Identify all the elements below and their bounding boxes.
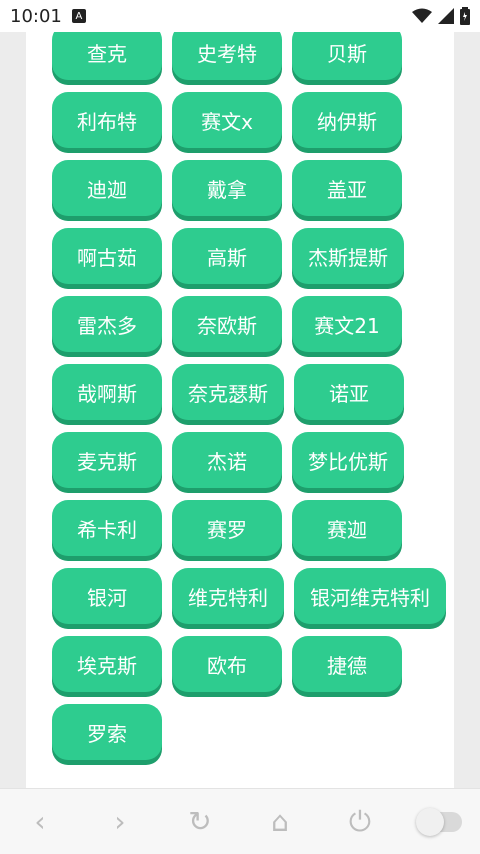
hero-button[interactable]: 哉啊斯 [52,364,162,420]
right-gutter [454,32,480,788]
hero-button[interactable]: 杰诺 [172,432,282,488]
hero-button[interactable]: 希卡利 [52,500,162,556]
hero-button[interactable]: 埃克斯 [52,636,162,692]
status-time: 10:01 [10,5,62,27]
hero-button[interactable]: 维克特利 [172,568,284,624]
power-icon: ⏻ [348,804,372,838]
hero-button[interactable]: 欧布 [172,636,282,692]
status-right [412,7,470,25]
back-button[interactable]: ‹ [16,798,64,846]
forward-button[interactable]: › [96,798,144,846]
hero-button[interactable]: 赛文21 [292,296,402,352]
refresh-button[interactable]: ↻ [176,798,224,846]
button-list-panel[interactable]: 查克 史考特 贝斯利布特 赛文x 纳伊斯迪迦 戴拿 盖亚啊古茹 高斯 杰斯提斯雷杰多 奈欧斯 赛文2… [26,32,454,788]
hero-button[interactable]: 赛文x [172,92,282,148]
hero-button[interactable]: 奈克瑟斯 [172,364,284,420]
status-left: 10:01 A [10,6,86,27]
hero-button[interactable]: 查克 [52,32,162,80]
hero-button[interactable]: 诺亚 [294,364,404,420]
power-button[interactable]: ⏻ [336,798,384,846]
chevron-right-icon: › [114,805,126,838]
hero-button[interactable]: 史考特 [172,32,282,80]
hero-button[interactable]: 雷杰多 [52,296,162,352]
chevron-left-icon: ‹ [34,805,46,838]
hero-button[interactable]: 梦比优斯 [292,432,404,488]
notification-badge: A [71,9,86,23]
signal-icon [438,8,454,24]
bottom-nav-bar: ‹ › ↻ ⌂ ⏻ [0,788,480,854]
toggle-knob [416,807,444,836]
hero-button[interactable]: 戴拿 [172,160,282,216]
hero-button[interactable]: 银河维克特利 [294,568,446,624]
home-icon: ⌂ [271,805,289,838]
hero-button[interactable]: 啊古茹 [52,228,162,284]
toggle-track [416,807,462,836]
hero-button[interactable]: 贝斯 [292,32,402,80]
hero-button[interactable]: 银河 [52,568,162,624]
hero-button[interactable]: 高斯 [172,228,282,284]
hero-button[interactable]: 捷德 [292,636,402,692]
hero-button[interactable]: 赛迦 [292,500,402,556]
hero-button[interactable]: 盖亚 [292,160,402,216]
hero-button[interactable]: 杰斯提斯 [292,228,404,284]
hero-button[interactable]: 利布特 [52,92,162,148]
refresh-icon: ↻ [188,805,212,838]
hero-button[interactable]: 奈欧斯 [172,296,282,352]
home-button[interactable]: ⌂ [256,798,304,846]
hero-button[interactable]: 迪迦 [52,160,162,216]
status-bar: 10:01 A [0,0,480,32]
hero-button[interactable]: 赛罗 [172,500,282,556]
hero-button[interactable]: 纳伊斯 [292,92,402,148]
hero-button[interactable]: 罗索 [52,704,162,760]
battery-icon [460,7,470,25]
wifi-icon [412,8,432,23]
button-grid: 查克 史考特 贝斯利布特 赛文x 纳伊斯迪迦 戴拿 盖亚啊古茹 高斯 杰斯提斯雷杰多 奈欧斯 赛文2… [52,32,452,760]
hero-button[interactable]: 麦克斯 [52,432,162,488]
left-gutter [0,32,26,788]
toggle-switch[interactable] [416,798,464,846]
